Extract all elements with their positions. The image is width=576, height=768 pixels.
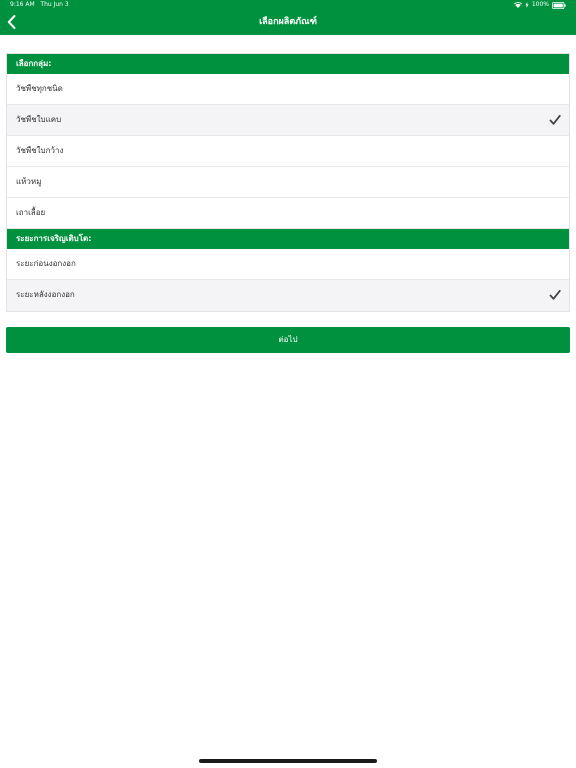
option-label: วัชพืชใบแคบ <box>16 115 62 124</box>
status-bar: 9:16 AM Thu Jun 3 100% <box>0 0 576 10</box>
screen: 9:16 AM Thu Jun 3 100% เลือกผลิตภัณฑ์ เล… <box>0 0 576 768</box>
wifi-icon <box>513 2 522 8</box>
stage-option-post-emergence[interactable]: ระยะหลังงอกงอก <box>7 280 569 311</box>
charging-icon <box>525 2 529 8</box>
growth-stage-section-header: ระยะการเจริญเติบโต: <box>7 229 569 249</box>
group-option-vines[interactable]: เถาเลื้อย <box>7 198 569 229</box>
option-label: ระยะก่อนงอกงอก <box>16 259 76 268</box>
option-label: วัชพืชทุกชนิด <box>16 84 63 93</box>
group-option-broad-leaf[interactable]: วัชพืชใบกว้าง <box>7 136 569 167</box>
status-indicators: 100% <box>513 0 566 10</box>
checkmark-icon <box>549 114 561 125</box>
group-option-narrow-leaf[interactable]: วัชพืชใบแคบ <box>7 105 569 136</box>
stage-option-pre-emergence[interactable]: ระยะก่อนงอกงอก <box>7 249 569 280</box>
navigation-header: 9:16 AM Thu Jun 3 100% เลือกผลิตภัณฑ์ <box>0 0 576 35</box>
checkmark-icon <box>549 289 561 300</box>
group-option-all-weeds[interactable]: วัชพืชทุกชนิด <box>7 74 569 105</box>
battery-icon <box>552 1 566 9</box>
status-time-date: 9:16 AM Thu Jun 3 <box>10 0 69 10</box>
status-date: Thu Jun 3 <box>40 1 69 8</box>
status-time: 9:16 AM <box>10 1 35 8</box>
battery-percent: 100% <box>531 1 549 8</box>
selection-list: เลือกกลุ่ม: วัชพืชทุกชนิด วัชพืชใบแคบ วั… <box>6 53 570 312</box>
option-label: วัชพืชใบกว้าง <box>16 146 64 155</box>
home-indicator[interactable] <box>199 759 377 763</box>
group-section-header: เลือกกลุ่ม: <box>7 54 569 74</box>
page-title: เลือกผลิตภัณฑ์ <box>259 17 317 27</box>
group-option-sedge[interactable]: แห้วหมู <box>7 167 569 198</box>
option-label: ระยะหลังงอกงอก <box>16 290 75 299</box>
next-button[interactable]: ต่อไป <box>6 327 570 353</box>
option-label: เถาเลื้อย <box>16 208 46 217</box>
option-label: แห้วหมู <box>16 177 42 186</box>
